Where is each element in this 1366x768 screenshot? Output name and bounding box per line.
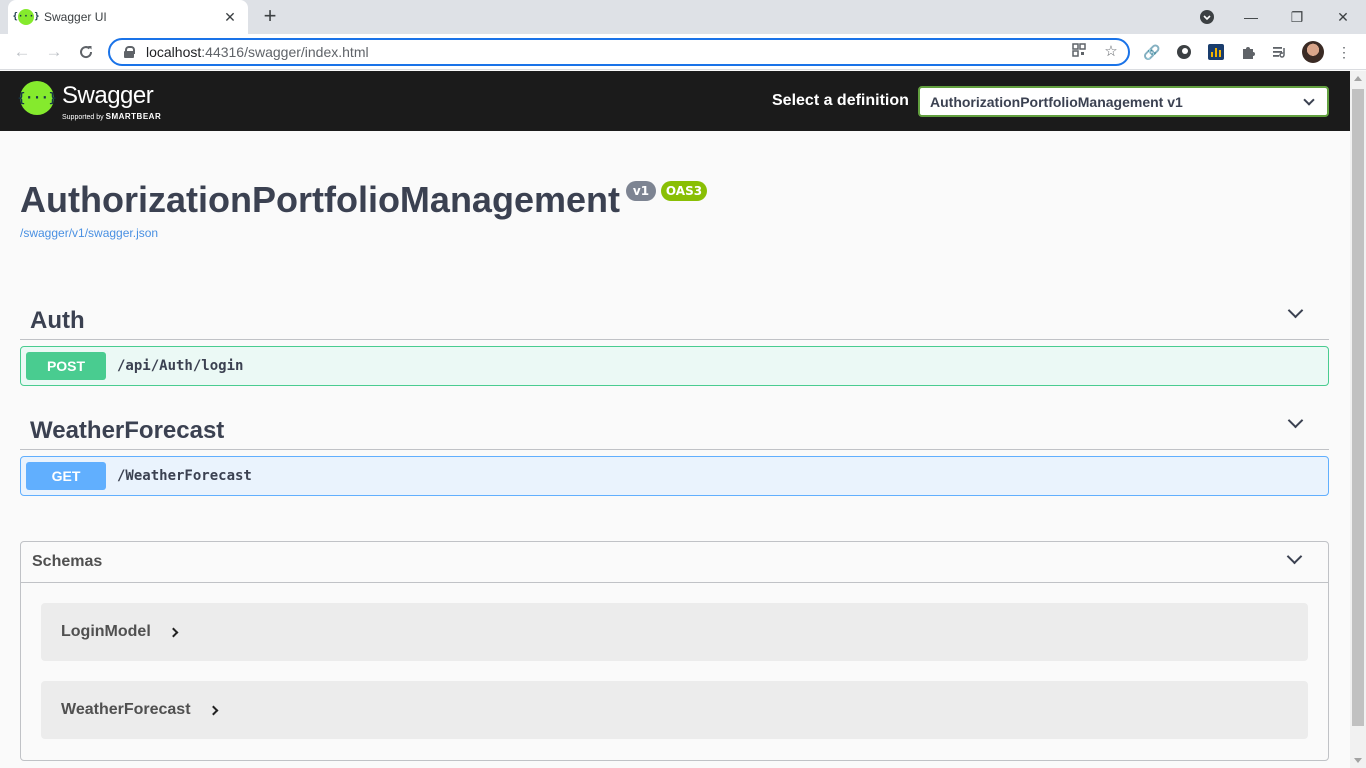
swagger-page: {···} Swagger Supported by SMARTBEAR Sel… xyxy=(0,71,1350,768)
definition-select[interactable]: AuthorizationPortfolioManagement v1 xyxy=(918,86,1329,117)
swagger-logo-subtitle: Supported by SMARTBEAR xyxy=(62,112,161,121)
extension-circle-icon[interactable] xyxy=(1174,42,1194,62)
media-queue-icon[interactable] xyxy=(1270,42,1290,62)
swagger-logo-icon[interactable]: {···} xyxy=(17,81,57,115)
schema-name: WeatherForecast xyxy=(61,701,191,718)
tag-title: WeatherForecast xyxy=(30,417,225,444)
new-tab-icon[interactable]: + xyxy=(258,5,282,28)
scroll-down-icon[interactable] xyxy=(1354,758,1362,763)
minimize-icon[interactable]: — xyxy=(1228,0,1274,34)
chart-extension-icon[interactable] xyxy=(1206,42,1226,62)
url-path: :44316/swagger/index.html xyxy=(201,44,369,60)
method-badge: POST xyxy=(26,352,106,380)
restore-icon[interactable]: ❐ xyxy=(1274,0,1320,34)
forward-icon[interactable]: → xyxy=(42,40,66,64)
scroll-up-icon[interactable] xyxy=(1354,76,1362,81)
tag-section-weatherforecast[interactable]: WeatherForecast xyxy=(20,405,1329,450)
definition-selected-value: AuthorizationPortfolioManagement v1 xyxy=(930,93,1183,110)
schema-name: LoginModel xyxy=(61,623,151,640)
schemas-section: Schemas LoginModel WeatherForecast xyxy=(20,541,1329,761)
spec-json-link[interactable]: /swagger/v1/swagger.json xyxy=(20,226,158,240)
logo-sub-brand: SMARTBEAR xyxy=(105,112,162,121)
oas-badge: OAS3 xyxy=(661,181,707,201)
lock-icon xyxy=(124,46,135,58)
swagger-favicon-icon: {···} xyxy=(12,9,40,25)
schemas-header[interactable]: Schemas xyxy=(21,542,1328,583)
address-bar[interactable]: localhost:44316/swagger/index.html ☆ xyxy=(108,38,1130,66)
definition-label: Select a definition xyxy=(772,92,909,109)
tag-title: Auth xyxy=(30,307,85,334)
browser-tabstrip: {···} Swagger UI ✕ + — ❐ ✕ xyxy=(0,0,1366,34)
tab-search-icon[interactable] xyxy=(1184,0,1230,34)
schema-item-weatherforecast[interactable]: WeatherForecast xyxy=(41,681,1308,739)
window-close-icon[interactable]: ✕ xyxy=(1320,0,1366,34)
profile-avatar[interactable] xyxy=(1302,41,1324,63)
browser-menu-icon[interactable]: ⋮ xyxy=(1334,42,1354,62)
operation-post-login[interactable]: POST /api/Auth/login xyxy=(20,346,1329,386)
chevron-down-icon xyxy=(1287,412,1304,429)
api-title: AuthorizationPortfolioManagement xyxy=(20,179,620,220)
chevron-down-icon xyxy=(1303,94,1315,106)
url-host: localhost xyxy=(146,44,202,60)
version-badge: v1 xyxy=(626,181,656,201)
logo-sub-prefix: Supported by xyxy=(62,114,104,121)
chevron-down-icon xyxy=(1286,548,1303,565)
reload-icon[interactable] xyxy=(74,40,98,64)
qr-code-icon[interactable] xyxy=(1070,43,1088,61)
operation-path: /WeatherForecast xyxy=(117,468,252,484)
chevron-down-icon xyxy=(1287,302,1304,319)
operation-get-weatherforecast[interactable]: GET /WeatherForecast xyxy=(20,456,1329,496)
chevron-right-icon xyxy=(208,705,219,716)
link-extension-icon[interactable]: 🔗 xyxy=(1142,42,1162,62)
tab-close-icon[interactable]: ✕ xyxy=(222,9,238,25)
schemas-title: Schemas xyxy=(32,553,103,570)
browser-tab[interactable]: {···} Swagger UI ✕ xyxy=(8,0,248,34)
browser-toolbar: ← → localhost:44316/swagger/index.html ☆… xyxy=(0,34,1366,70)
tab-title: Swagger UI xyxy=(44,10,107,24)
tag-section-auth[interactable]: Auth xyxy=(20,295,1329,340)
method-badge: GET xyxy=(26,462,106,490)
swagger-logo-text[interactable]: Swagger xyxy=(62,82,154,110)
scrollbar-thumb[interactable] xyxy=(1352,89,1364,726)
page-scrollbar[interactable] xyxy=(1350,71,1366,768)
chevron-right-icon xyxy=(168,627,179,638)
bookmark-star-icon[interactable]: ☆ xyxy=(1102,43,1120,61)
back-icon[interactable]: ← xyxy=(10,40,34,64)
extensions-puzzle-icon[interactable] xyxy=(1238,42,1258,62)
schema-item-loginmodel[interactable]: LoginModel xyxy=(41,603,1308,661)
swagger-topbar: {···} Swagger Supported by SMARTBEAR Sel… xyxy=(0,71,1350,131)
operation-path: /api/Auth/login xyxy=(117,358,244,374)
